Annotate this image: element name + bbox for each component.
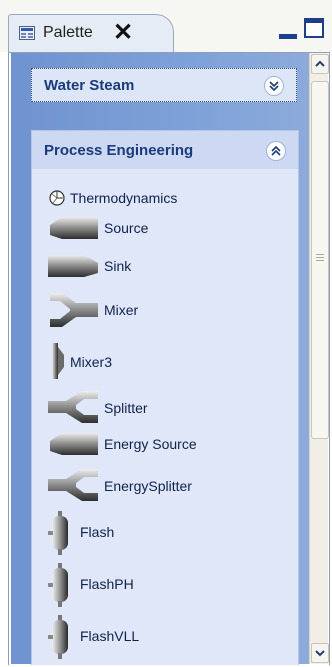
item-label: FlashVLL bbox=[80, 628, 140, 644]
flashvll-icon bbox=[48, 615, 68, 659]
close-icon[interactable]: ✕ bbox=[113, 19, 133, 47]
splitter-icon bbox=[48, 391, 98, 423]
drawer-water-steam[interactable]: Water Steam bbox=[31, 68, 297, 102]
palette-item-flashph[interactable]: FlashPH bbox=[48, 563, 288, 607]
palette-item-mixer3[interactable]: Mixer3 bbox=[48, 341, 288, 379]
drawer-process-engineering: Process Engineering Thermodynamics Sourc… bbox=[31, 130, 299, 665]
minimize-icon[interactable] bbox=[278, 28, 298, 40]
grip-line bbox=[316, 254, 324, 255]
flashph-icon bbox=[48, 563, 68, 607]
item-label: Mixer bbox=[104, 302, 139, 318]
scroll-up-button[interactable] bbox=[311, 54, 329, 74]
palette-item-energy-splitter[interactable]: EnergySplitter bbox=[48, 467, 288, 503]
source-icon bbox=[50, 217, 98, 239]
drawer-label: Water Steam bbox=[44, 77, 135, 94]
palette-item-splitter[interactable]: Splitter bbox=[48, 389, 288, 425]
palette-icon bbox=[19, 26, 35, 40]
chevron-double-down-icon[interactable] bbox=[264, 76, 284, 96]
palette-item-sink[interactable]: Sink bbox=[48, 253, 288, 289]
chevron-double-up-icon[interactable] bbox=[266, 141, 286, 161]
mixer-icon bbox=[50, 293, 98, 327]
scroll-down-button[interactable] bbox=[311, 643, 329, 663]
item-label: EnergySplitter bbox=[104, 478, 192, 494]
item-label: Thermodynamics bbox=[70, 190, 178, 206]
drawer-header[interactable]: Process Engineering bbox=[32, 131, 298, 169]
energy-splitter-icon bbox=[48, 469, 98, 501]
item-label: Energy Source bbox=[104, 436, 197, 452]
chevron-down-icon bbox=[315, 650, 325, 657]
item-label: Mixer3 bbox=[70, 354, 113, 370]
item-label: Splitter bbox=[104, 400, 148, 416]
palette-item-source[interactable]: Source bbox=[48, 215, 288, 251]
item-label: FlashPH bbox=[80, 576, 134, 592]
palette-tab[interactable]: Palette ✕ bbox=[8, 14, 174, 53]
thermodynamics-icon bbox=[49, 190, 65, 206]
vertical-scrollbar[interactable] bbox=[309, 53, 329, 664]
window-controls bbox=[272, 16, 330, 44]
grip-line bbox=[316, 260, 324, 261]
sink-icon bbox=[48, 255, 98, 277]
chevron-up-icon bbox=[315, 60, 325, 67]
palette-item-flash[interactable]: Flash bbox=[48, 511, 288, 555]
grip-line bbox=[316, 257, 324, 258]
scrollbar-thumb[interactable] bbox=[311, 81, 329, 439]
maximize-icon[interactable] bbox=[304, 18, 324, 38]
energy-source-icon bbox=[50, 433, 98, 455]
mixer3-icon bbox=[52, 343, 64, 379]
item-label: Flash bbox=[80, 524, 115, 540]
palette-item-mixer[interactable]: Mixer bbox=[48, 289, 288, 327]
item-label: Sink bbox=[104, 258, 132, 274]
flash-icon bbox=[48, 511, 68, 555]
palette-item-energy-source[interactable]: Energy Source bbox=[48, 431, 288, 467]
view-tab-bar: Palette ✕ bbox=[0, 0, 332, 53]
palette-item-flashvll[interactable]: FlashVLL bbox=[48, 615, 288, 659]
item-label: Source bbox=[104, 220, 149, 236]
drawer-label: Process Engineering bbox=[44, 142, 194, 159]
tab-title: Palette bbox=[43, 24, 93, 41]
